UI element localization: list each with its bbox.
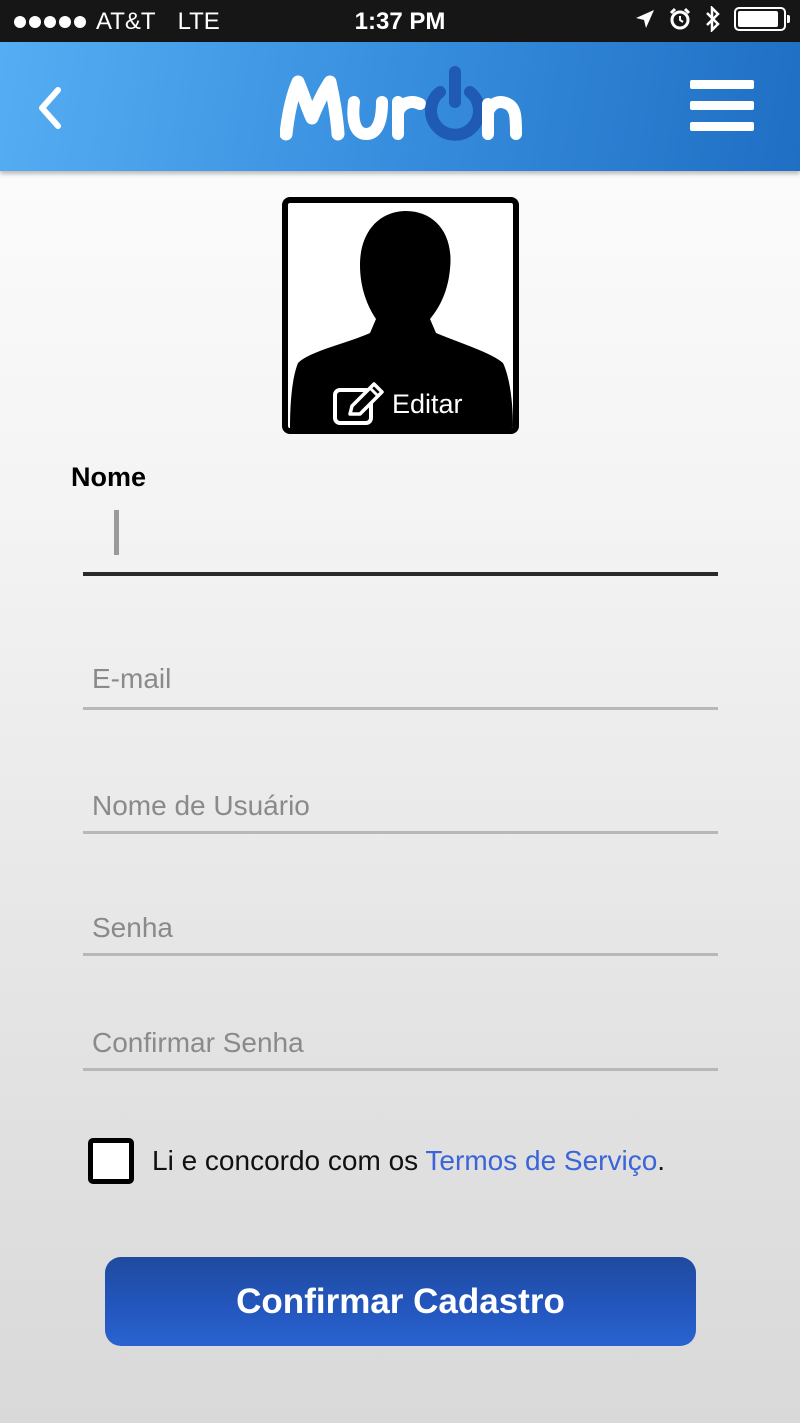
terms-text-before: Li e concordo com os — [152, 1145, 426, 1176]
bluetooth-icon — [706, 6, 720, 32]
terms-of-service-link[interactable]: Termos de Serviço — [425, 1145, 657, 1176]
status-right — [634, 6, 790, 32]
terms-text: Li e concordo com os Termos de Serviço. — [152, 1145, 665, 1177]
confirm-registration-button[interactable]: Confirmar Cadastro — [105, 1257, 696, 1346]
alarm-icon — [669, 7, 691, 30]
edit-pencil-icon — [333, 382, 384, 425]
location-arrow-icon — [636, 10, 654, 28]
back-chevron-icon — [39, 87, 61, 129]
confirm-password-field[interactable] — [83, 1017, 718, 1071]
password-input[interactable] — [83, 902, 718, 953]
terms-text-after: . — [657, 1145, 666, 1176]
username-field[interactable] — [83, 780, 718, 834]
name-input[interactable] — [83, 506, 718, 572]
edit-photo-button[interactable]: Editar — [332, 382, 463, 426]
status-bar: AT&T LTE 1:37 PM — [0, 0, 800, 42]
battery-icon — [734, 7, 790, 31]
terms-row: Li e concordo com os Termos de Serviço. — [88, 1138, 665, 1184]
password-underline — [83, 953, 718, 956]
back-button[interactable] — [22, 72, 82, 142]
name-field[interactable] — [83, 506, 718, 576]
profile-photo[interactable]: Editar — [282, 197, 519, 434]
password-field[interactable] — [83, 902, 718, 956]
username-underline — [83, 831, 718, 834]
app-header — [0, 42, 800, 171]
confirm-password-input[interactable] — [83, 1017, 718, 1068]
terms-checkbox[interactable] — [88, 1138, 134, 1184]
edit-photo-label: Editar — [392, 388, 463, 419]
username-input[interactable] — [83, 780, 718, 831]
name-label: Nome — [71, 462, 147, 492]
brand-logo — [280, 66, 522, 141]
hamburger-menu-icon[interactable] — [690, 80, 754, 134]
email-field[interactable] — [83, 651, 718, 710]
confirm-password-underline — [83, 1068, 718, 1071]
name-underline — [83, 572, 718, 576]
email-input[interactable] — [83, 651, 718, 707]
text-cursor — [114, 510, 119, 555]
battery-fill — [738, 11, 778, 27]
email-underline — [83, 707, 718, 710]
